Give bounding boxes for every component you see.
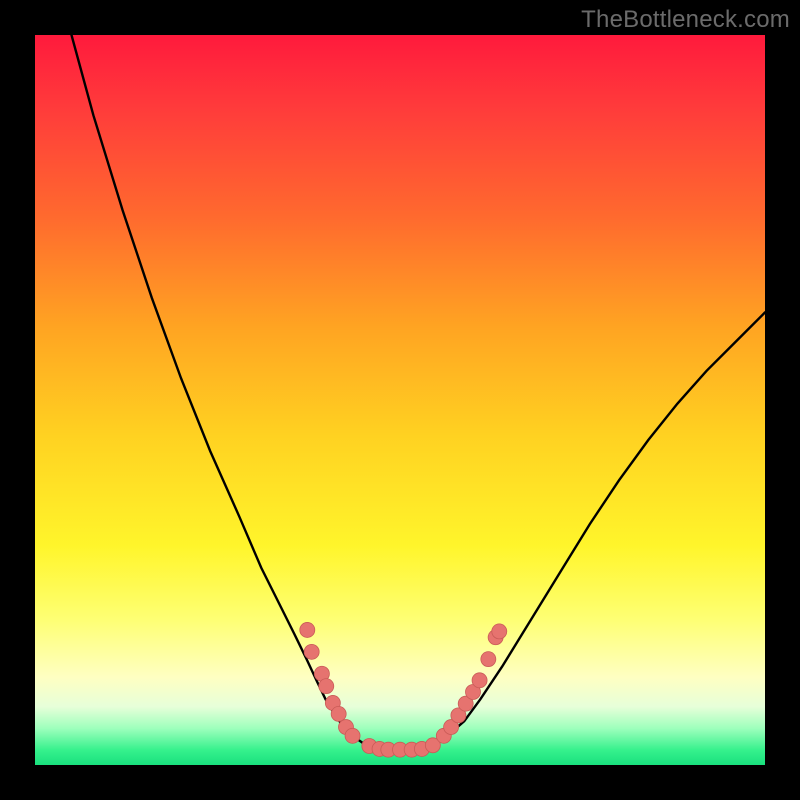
scatter-dot [319, 679, 334, 694]
chart-overlay [35, 35, 765, 765]
scatter-dots [300, 622, 507, 757]
plot-area [35, 35, 765, 765]
scatter-dot [481, 652, 496, 667]
scatter-dot [492, 624, 507, 639]
watermark-text: TheBottleneck.com [581, 6, 790, 34]
scatter-dot [345, 728, 360, 743]
scatter-dot [331, 706, 346, 721]
scatter-dot [300, 622, 315, 637]
chart-frame: TheBottleneck.com [0, 0, 800, 800]
scatter-dot [472, 673, 487, 688]
scatter-dot [304, 644, 319, 659]
curve-line [72, 35, 766, 750]
